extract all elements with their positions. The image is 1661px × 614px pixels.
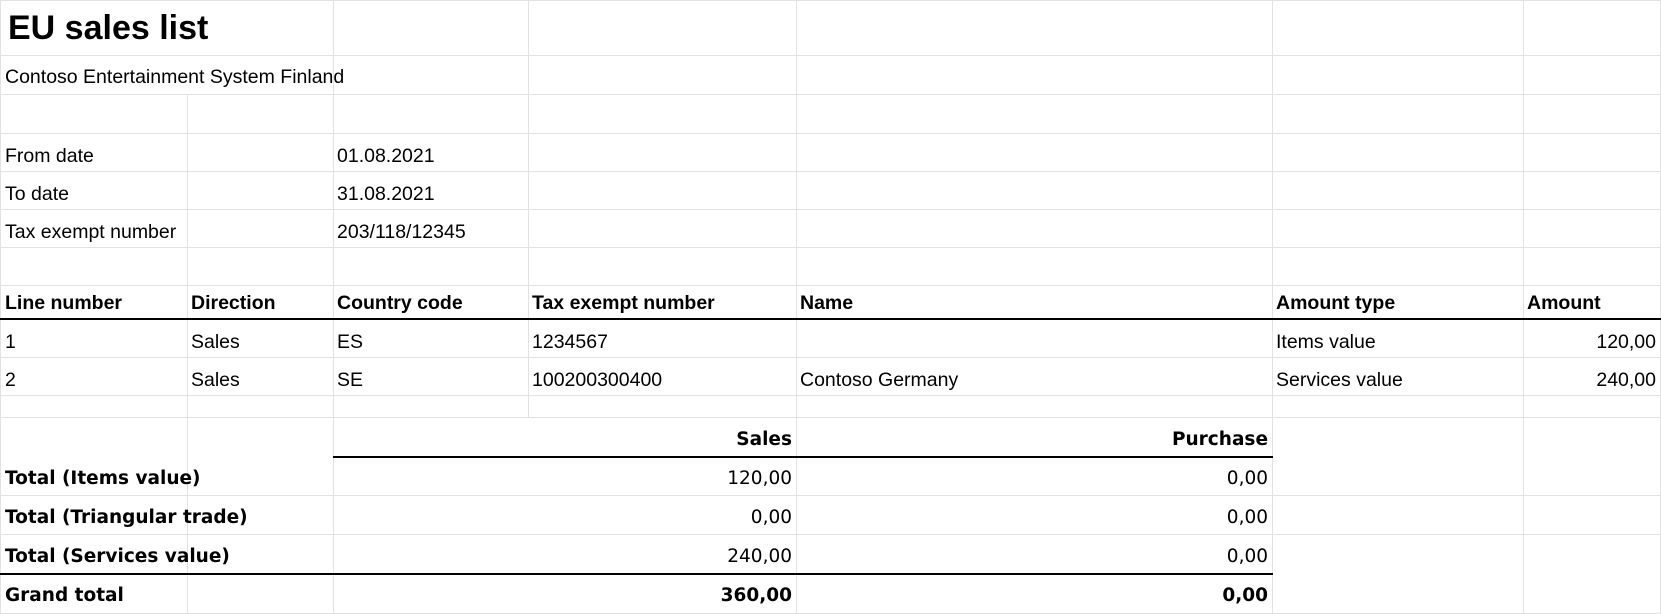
column-header-direction: Direction [191,292,276,314]
totals-purchase-value: 0,00 [1226,507,1268,528]
from-date-label: From date [5,145,94,167]
totals-purchase-value: 0,00 [1226,468,1268,489]
cell-tax-exempt-number: 1234567 [532,331,608,353]
grand-total-rule [0,573,1273,575]
totals-sales-value: 240,00 [727,546,792,567]
to-date-label: To date [5,183,69,205]
cell-line-number: 2 [5,369,16,391]
totals-purchase-header: Purchase [1171,429,1268,450]
gridline [0,357,1661,358]
header-rule [0,318,1661,320]
to-date-value: 31.08.2021 [337,183,435,205]
gridline [0,0,1,614]
gridline [0,171,1661,172]
totals-sales-header: Sales [736,429,792,450]
cell-name: Contoso Germany [800,369,959,391]
gridline [0,55,1661,56]
grand-total-sales: 360,00 [720,585,792,606]
grand-total-purchase: 0,00 [1222,585,1268,606]
cell-amount-type: Services value [1276,369,1403,391]
cell-line-number: 1 [5,331,16,353]
tax-exempt-value: 203/118/12345 [337,221,466,243]
totals-purchase-value: 0,00 [1226,546,1268,567]
cell-country-code: ES [337,331,364,353]
column-header-name: Name [800,292,854,314]
totals-header-rule [333,456,1273,458]
gridline [0,94,1661,95]
column-header-line-number: Line number [5,292,123,314]
spreadsheet: EU sales list Contoso Entertainment Syst… [0,0,1661,614]
gridline [187,94,188,614]
gridline [0,133,1661,134]
column-header-tax-exempt-number: Tax exempt number [532,292,715,314]
company-name: Contoso Entertainment System Finland [5,66,345,88]
cell-direction: Sales [191,369,240,391]
gridline [528,0,529,417]
gridline [0,417,1661,418]
gridline [1272,0,1273,614]
gridline [1523,0,1524,614]
gridline [0,534,1661,535]
cell-country-code: SE [337,369,364,391]
cell-direction: Sales [191,331,240,353]
gridline [0,395,1661,396]
column-header-amount-type: Amount type [1276,292,1396,314]
totals-label: Total (Items value) [5,468,201,489]
totals-sales-value: 120,00 [727,468,792,489]
gridline [0,0,1661,1]
tax-exempt-label: Tax exempt number [5,221,177,243]
column-header-country-code: Country code [337,292,463,314]
from-date-value: 01.08.2021 [337,145,435,167]
totals-label: Total (Triangular trade) [5,507,248,528]
grand-total-label: Grand total [5,585,124,606]
column-header-amount: Amount [1527,292,1601,314]
report-title: EU sales list [8,9,209,47]
cell-tax-exempt-number: 100200300400 [532,369,663,391]
cell-amount-type: Items value [1276,331,1376,353]
cell-amount: 120,00 [1596,331,1656,353]
totals-label: Total (Services value) [5,546,230,567]
gridline [0,495,1661,496]
gridline [0,247,1661,248]
gridline [0,209,1661,210]
cell-amount: 240,00 [1596,369,1656,391]
gridline [0,285,1661,286]
totals-sales-value: 0,00 [750,507,792,528]
